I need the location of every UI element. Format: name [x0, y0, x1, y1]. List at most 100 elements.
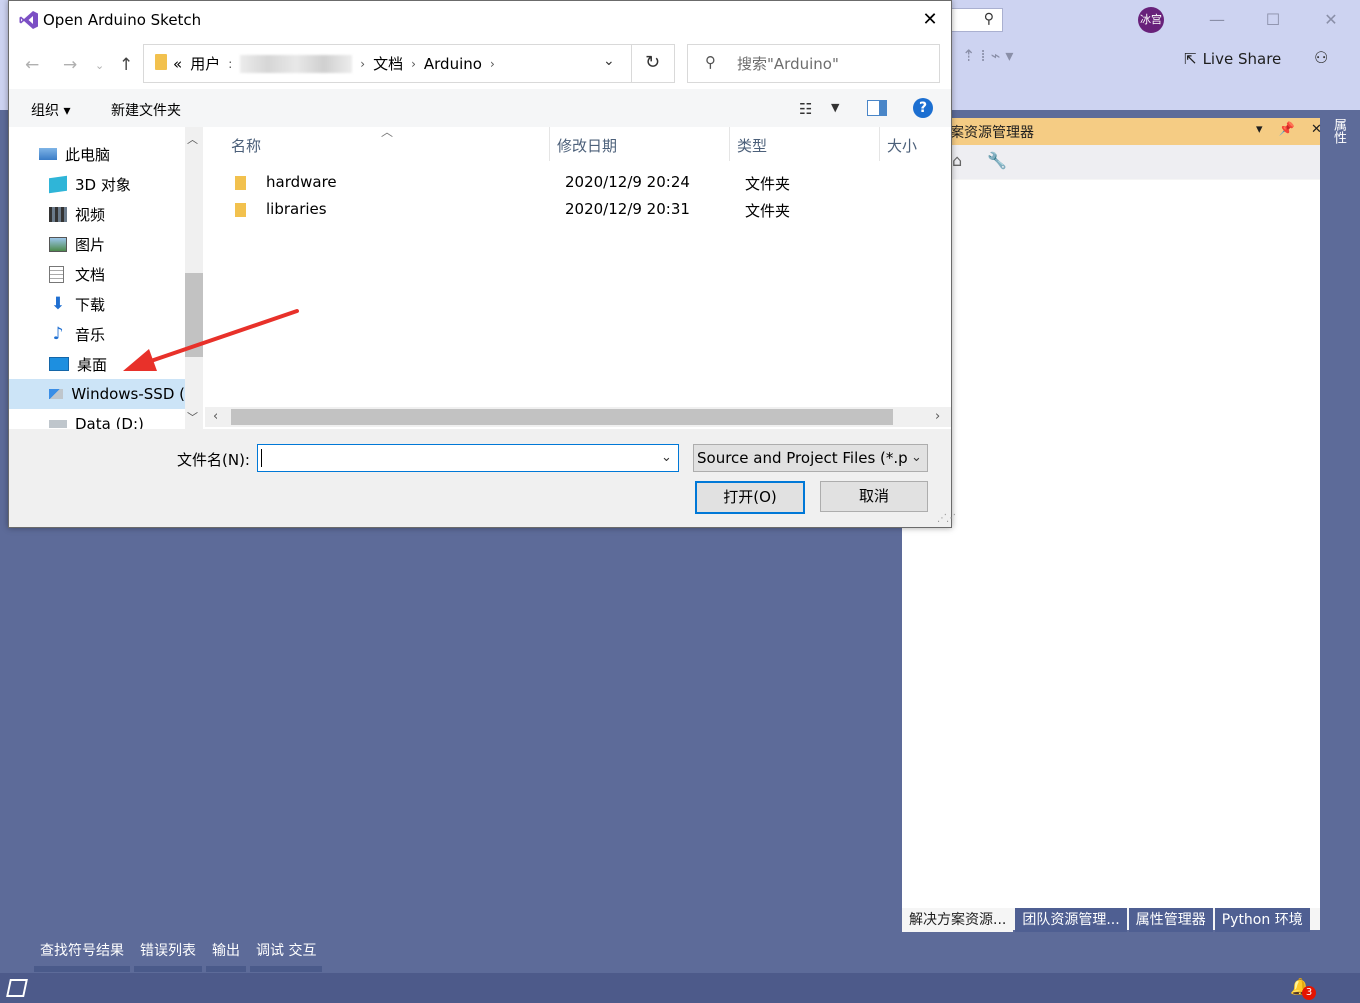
- column-header-name[interactable]: 名称: [231, 135, 261, 156]
- chevron-down-icon[interactable]: ⌄: [911, 450, 922, 465]
- search-placeholder: 搜索"Arduino": [737, 55, 839, 73]
- tree-item-documents[interactable]: 文档: [9, 259, 185, 289]
- recent-locations-icon[interactable]: ⌄: [95, 59, 104, 72]
- back-arrow-icon[interactable]: ←: [25, 55, 39, 75]
- tab-error-list[interactable]: 错误列表: [134, 940, 202, 972]
- column-header-type[interactable]: 类型: [737, 135, 767, 156]
- view-dropdown-icon[interactable]: ▼: [831, 101, 839, 114]
- navigation-tree: 此电脑 3D 对象 视频 图片 文档 ⬇ 下载 ♪ 音乐 桌面 Windows-…: [9, 127, 205, 429]
- chevron-right-icon[interactable]: ›: [935, 409, 940, 424]
- music-icon: ♪: [52, 323, 64, 344]
- visual-studio-icon: [19, 11, 38, 29]
- column-header-size[interactable]: 大小: [887, 135, 917, 156]
- chevron-down-icon[interactable]: ﹀: [187, 409, 198, 425]
- breadcrumb-overflow[interactable]: «: [173, 55, 182, 73]
- file-row[interactable]: libraries 2020/12/9 20:31 文件夹: [225, 196, 925, 223]
- file-row[interactable]: hardware 2020/12/9 20:24 文件夹: [225, 169, 925, 196]
- feedback-icon[interactable]: ⚇: [1314, 48, 1328, 67]
- bottom-tabs: 查找符号结果 错误列表 输出 调试 交互: [34, 940, 326, 972]
- dialog-close-button[interactable]: ✕: [915, 7, 945, 33]
- maximize-button[interactable]: ☐: [1258, 10, 1288, 30]
- vs-toolbar-icons[interactable]: ⇡ ⁞ ⌁ ▾: [962, 46, 1042, 70]
- horizontal-scrollbar-thumb[interactable]: [231, 409, 893, 425]
- tree-item-label: 音乐: [75, 325, 106, 344]
- tab-team-explorer[interactable]: 团队资源管理...: [1015, 908, 1127, 932]
- column-header-date[interactable]: 修改日期: [557, 135, 617, 156]
- tree-item-pictures[interactable]: 图片: [9, 229, 185, 259]
- organize-menu[interactable]: 组织 ▾: [31, 100, 70, 120]
- status-icon[interactable]: [6, 979, 28, 997]
- video-icon: [49, 206, 67, 222]
- tree-item-windows-ssd[interactable]: Windows-SSD (: [9, 379, 185, 409]
- properties-tab[interactable]: 属性: [1326, 118, 1348, 144]
- tree-item-label: 视频: [75, 205, 106, 224]
- tree-item-label: 图片: [75, 235, 106, 254]
- tab-debug-interactive[interactable]: 调试 交互: [250, 940, 323, 972]
- column-divider[interactable]: [879, 127, 880, 161]
- blurred-username[interactable]: [240, 54, 353, 73]
- text-caret: [261, 449, 262, 467]
- home-icon[interactable]: ⌂ 🔧: [952, 151, 1017, 170]
- live-share-button[interactable]: ⇱ Live Share: [1184, 48, 1281, 70]
- tab-python-env[interactable]: Python 环境: [1214, 908, 1310, 932]
- view-options-icon[interactable]: ☷: [799, 100, 812, 118]
- folder-icon: [235, 203, 246, 217]
- cancel-button[interactable]: 取消: [820, 481, 928, 512]
- up-arrow-icon[interactable]: ↑: [119, 55, 133, 75]
- tree-item-this-pc[interactable]: 此电脑: [9, 139, 185, 169]
- breadcrumb-separator[interactable]: ›: [490, 57, 495, 71]
- breadcrumb-users[interactable]: 用户: [190, 53, 220, 74]
- tree-item-videos[interactable]: 视频: [9, 199, 185, 229]
- breadcrumb-separator[interactable]: :: [228, 57, 232, 71]
- chevron-left-icon[interactable]: ‹: [213, 409, 218, 424]
- chevron-down-icon[interactable]: ⌄: [661, 450, 672, 465]
- open-button[interactable]: 打开(O): [695, 481, 805, 514]
- pc-icon: [39, 148, 57, 160]
- desktop-icon: [49, 357, 69, 371]
- column-divider[interactable]: [729, 127, 730, 161]
- tree-item-label: Windows-SSD (: [71, 385, 185, 403]
- tree-item-3d-objects[interactable]: 3D 对象: [9, 169, 185, 199]
- share-icon: ⇱: [1184, 50, 1197, 68]
- file-date: 2020/12/9 20:24: [565, 173, 690, 191]
- vs-search-box[interactable]: ⚲: [952, 8, 1003, 32]
- file-type-value: Source and Project Files (*.pde: [697, 449, 907, 467]
- close-window-button[interactable]: ✕: [1316, 10, 1346, 30]
- breadcrumb-documents[interactable]: 文档: [373, 53, 403, 74]
- breadcrumb-separator[interactable]: ›: [411, 57, 416, 71]
- tab-solution-explorer[interactable]: 解决方案资源...: [902, 908, 1014, 932]
- avatar[interactable]: 冰宫: [1138, 7, 1164, 33]
- tab-output[interactable]: 输出: [206, 940, 246, 972]
- filename-input[interactable]: [257, 444, 679, 472]
- chevron-up-icon[interactable]: ︿: [187, 131, 198, 147]
- sort-ascending-icon: ︿: [381, 125, 394, 139]
- chevron-down-icon[interactable]: ⌄: [603, 53, 615, 69]
- tree-item-label: 桌面: [77, 355, 108, 374]
- folder-icon: [235, 176, 246, 190]
- panel-header-buttons[interactable]: ▾ 📌 ✕: [1256, 122, 1328, 137]
- breadcrumb-separator[interactable]: ›: [360, 57, 365, 71]
- dialog-title: Open Arduino Sketch: [43, 11, 202, 29]
- file-type: 文件夹: [745, 202, 791, 220]
- preview-pane-icon[interactable]: [867, 100, 887, 116]
- column-divider[interactable]: [549, 127, 550, 161]
- panel-tabs: 解决方案资源... 团队资源管理... 属性管理器 Python 环境: [902, 908, 1312, 932]
- solution-explorer-title: 案资源管理器: [950, 125, 1034, 141]
- drive-icon: [49, 389, 64, 399]
- file-list: 名称 ︿ 修改日期 类型 大小 hardware 2020/12/9 20:24…: [205, 125, 951, 429]
- tab-property-manager[interactable]: 属性管理器: [1128, 908, 1213, 932]
- search-icon: ⚲: [705, 53, 716, 71]
- forward-arrow-icon[interactable]: →: [63, 55, 77, 75]
- tree-item-label: 此电脑: [65, 145, 111, 164]
- drive-icon: [49, 420, 67, 428]
- pictures-icon: [49, 236, 67, 252]
- help-icon[interactable]: ?: [913, 98, 933, 118]
- file-type: 文件夹: [745, 175, 791, 193]
- breadcrumb-arduino[interactable]: Arduino: [424, 55, 482, 73]
- tab-find-symbol-results[interactable]: 查找符号结果: [34, 940, 130, 972]
- tree-item-label: 下载: [75, 295, 106, 314]
- new-folder-button[interactable]: 新建文件夹: [111, 100, 181, 120]
- minimize-button[interactable]: —: [1202, 10, 1232, 30]
- resize-grip-icon[interactable]: ⋰⋰: [937, 513, 956, 524]
- tree-item-data-d[interactable]: Data (D:): [9, 409, 185, 429]
